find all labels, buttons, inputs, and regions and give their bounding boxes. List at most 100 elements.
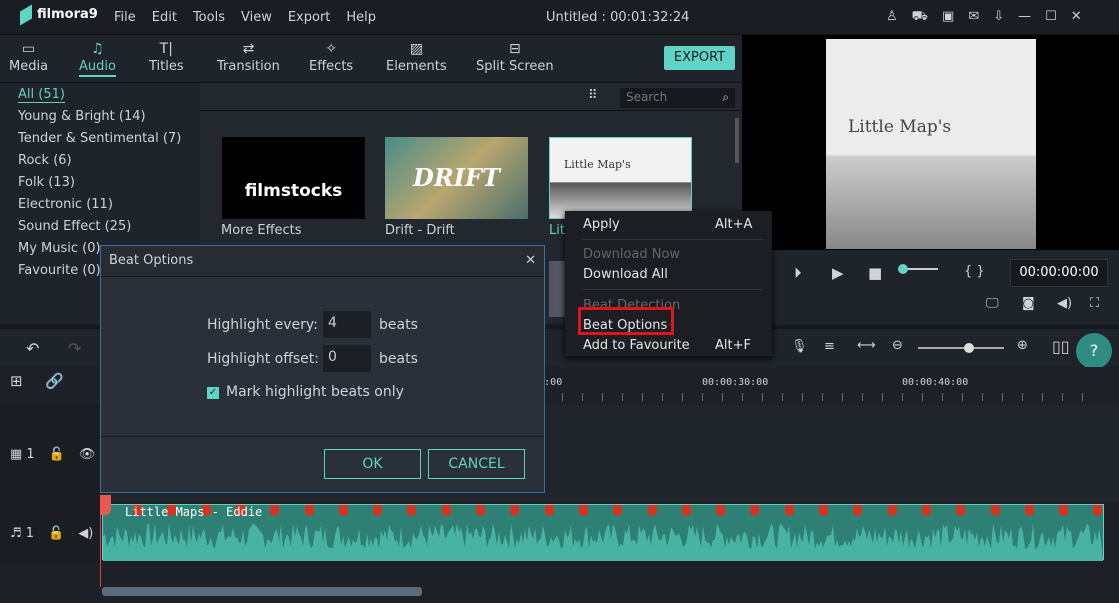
- zoom-in-icon[interactable]: ⊕: [1017, 338, 1028, 353]
- timeline-scrollbar[interactable]: [102, 587, 422, 596]
- fullscreen-icon[interactable]: ⛶: [1090, 296, 1099, 311]
- zoom-out-icon[interactable]: ⊖: [892, 338, 903, 353]
- menu-view[interactable]: View: [241, 10, 272, 25]
- maximize-icon[interactable]: ☐: [1045, 9, 1057, 26]
- waveform: [103, 523, 1103, 561]
- volume-slider[interactable]: [898, 264, 938, 274]
- audio-item-thumb[interactable]: [549, 261, 565, 317]
- library-scrollbar[interactable]: [735, 118, 739, 163]
- minimize-icon[interactable]: —: [1018, 9, 1031, 26]
- menu-export[interactable]: Export: [288, 10, 331, 25]
- beat-marker: [853, 505, 863, 516]
- menu-item-beat-options[interactable]: Beat Options: [583, 318, 667, 333]
- beat-marker: [544, 505, 554, 516]
- logo-text: filmora9: [37, 7, 98, 22]
- play-icon[interactable]: ▶: [832, 264, 844, 282]
- menu-help[interactable]: Help: [346, 10, 376, 25]
- tab-audio[interactable]: ♫ Audio: [79, 41, 116, 77]
- help-button[interactable]: ?: [1076, 333, 1112, 369]
- menu-file[interactable]: File: [114, 10, 136, 25]
- account-icon[interactable]: ♙: [886, 9, 898, 26]
- lock-icon[interactable]: 🔓: [48, 526, 64, 541]
- export-button[interactable]: EXPORT: [664, 46, 735, 70]
- category-item[interactable]: Tender & Sentimental (7): [18, 131, 181, 146]
- lock-icon[interactable]: 🔓: [49, 447, 65, 462]
- category-item[interactable]: Electronic (11): [18, 197, 113, 212]
- folder-icon: ▭: [21, 41, 36, 57]
- fit-timeline-icon[interactable]: ⟷: [857, 338, 876, 353]
- zoom-slider[interactable]: [918, 343, 1004, 353]
- ok-button[interactable]: OK: [324, 449, 421, 479]
- layout-icon[interactable]: ▯▯: [1052, 337, 1070, 356]
- beat-marker: [510, 505, 520, 516]
- save-icon[interactable]: ▣: [942, 9, 954, 26]
- app-logo: filmora9: [20, 4, 98, 25]
- close-icon[interactable]: ✕: [1071, 9, 1082, 26]
- download-icon[interactable]: ⇩: [993, 9, 1004, 26]
- unit-label: beats: [379, 317, 418, 333]
- beat-marker: [270, 505, 280, 516]
- audio-item-thumb-selected[interactable]: Little Map's: [549, 137, 692, 219]
- tab-elements[interactable]: ▨ Elements: [386, 41, 447, 74]
- split-screen-icon: ⊟: [508, 41, 521, 57]
- redo-icon[interactable]: ↷: [68, 339, 81, 358]
- close-icon[interactable]: ✕: [525, 253, 536, 268]
- eye-icon[interactable]: 👁: [79, 447, 96, 462]
- search-icon[interactable]: ⌕: [722, 90, 729, 105]
- playhead-handle[interactable]: [100, 495, 111, 515]
- image-icon: ▨: [409, 41, 423, 57]
- beat-marker: [407, 505, 417, 516]
- stop-icon[interactable]: ■: [868, 264, 882, 282]
- tab-transition[interactable]: ⇄ Transition: [217, 41, 280, 74]
- grid-view-icon[interactable]: ⠿: [588, 88, 598, 103]
- category-all[interactable]: All (51): [18, 87, 65, 103]
- menu-shortcut: Alt+A: [715, 217, 753, 232]
- cart-icon[interactable]: ⛟: [912, 9, 928, 26]
- category-item[interactable]: Young & Bright (14): [18, 109, 146, 124]
- audio-mixer-icon[interactable]: ≡: [824, 339, 835, 354]
- category-item[interactable]: Folk (13): [18, 175, 75, 190]
- mark-in-out[interactable]: { }: [964, 264, 985, 279]
- menu-edit[interactable]: Edit: [152, 10, 177, 25]
- menu-item-apply[interactable]: Apply Alt+A: [583, 217, 752, 232]
- audio-item-thumb[interactable]: DRIFT: [385, 137, 528, 219]
- search-input[interactable]: Search ⌕: [620, 88, 735, 108]
- thumb-text: filmstocks: [244, 181, 343, 201]
- tab-label: Effects: [309, 59, 354, 74]
- link-icon[interactable]: 🔗: [45, 372, 64, 390]
- menu-item-add-to-favourite[interactable]: Add to Favourite Alt+F: [583, 338, 751, 353]
- menu-tools[interactable]: Tools: [193, 10, 225, 25]
- display-settings-icon[interactable]: 🖵: [986, 296, 999, 311]
- menu-item-download-all[interactable]: Download All: [583, 267, 668, 282]
- category-item[interactable]: Sound Effect (25): [18, 219, 131, 234]
- video-track-header: ▦ 1 🔓 👁: [0, 405, 100, 503]
- category-item[interactable]: Favourite (0): [18, 263, 101, 278]
- highlight-every-input[interactable]: 4: [323, 311, 371, 338]
- speaker-icon[interactable]: ◀): [78, 526, 93, 541]
- cancel-button[interactable]: CANCEL: [428, 449, 525, 479]
- tab-label: Media: [9, 59, 49, 74]
- beat-marker: [887, 505, 897, 516]
- audio-clip[interactable]: Little Maps - Eddie: [102, 504, 1104, 561]
- track-number: 1: [26, 446, 35, 462]
- tab-split-screen[interactable]: ⊟ Split Screen: [476, 41, 554, 74]
- timecode-display: 00:00:00:00: [1010, 259, 1108, 287]
- tab-media[interactable]: ▭ Media: [9, 41, 48, 74]
- beat-marker: [750, 505, 760, 516]
- volume-icon[interactable]: ◀): [1057, 296, 1072, 311]
- context-menu: Apply Alt+A Download Now Download All Bea…: [565, 211, 772, 356]
- tab-effects[interactable]: ✧ Effects: [309, 41, 353, 74]
- play-frame-icon[interactable]: ⏵: [794, 264, 802, 282]
- mail-icon[interactable]: ✉: [968, 9, 979, 26]
- category-item[interactable]: My Music (0): [18, 241, 101, 256]
- undo-icon[interactable]: ↶: [26, 339, 39, 358]
- tab-titles[interactable]: T| Titles: [149, 41, 184, 74]
- microphone-icon[interactable]: 🎙: [791, 339, 808, 354]
- category-item[interactable]: Rock (6): [18, 153, 72, 168]
- beat-marker: [304, 505, 314, 516]
- mark-highlight-checkbox[interactable]: ✓: [207, 387, 219, 399]
- audio-item-thumb[interactable]: filmstocks: [222, 137, 365, 219]
- add-track-icon[interactable]: ⊞: [10, 372, 23, 390]
- snapshot-icon[interactable]: ◙: [1022, 296, 1035, 311]
- highlight-offset-input[interactable]: 0: [323, 345, 371, 372]
